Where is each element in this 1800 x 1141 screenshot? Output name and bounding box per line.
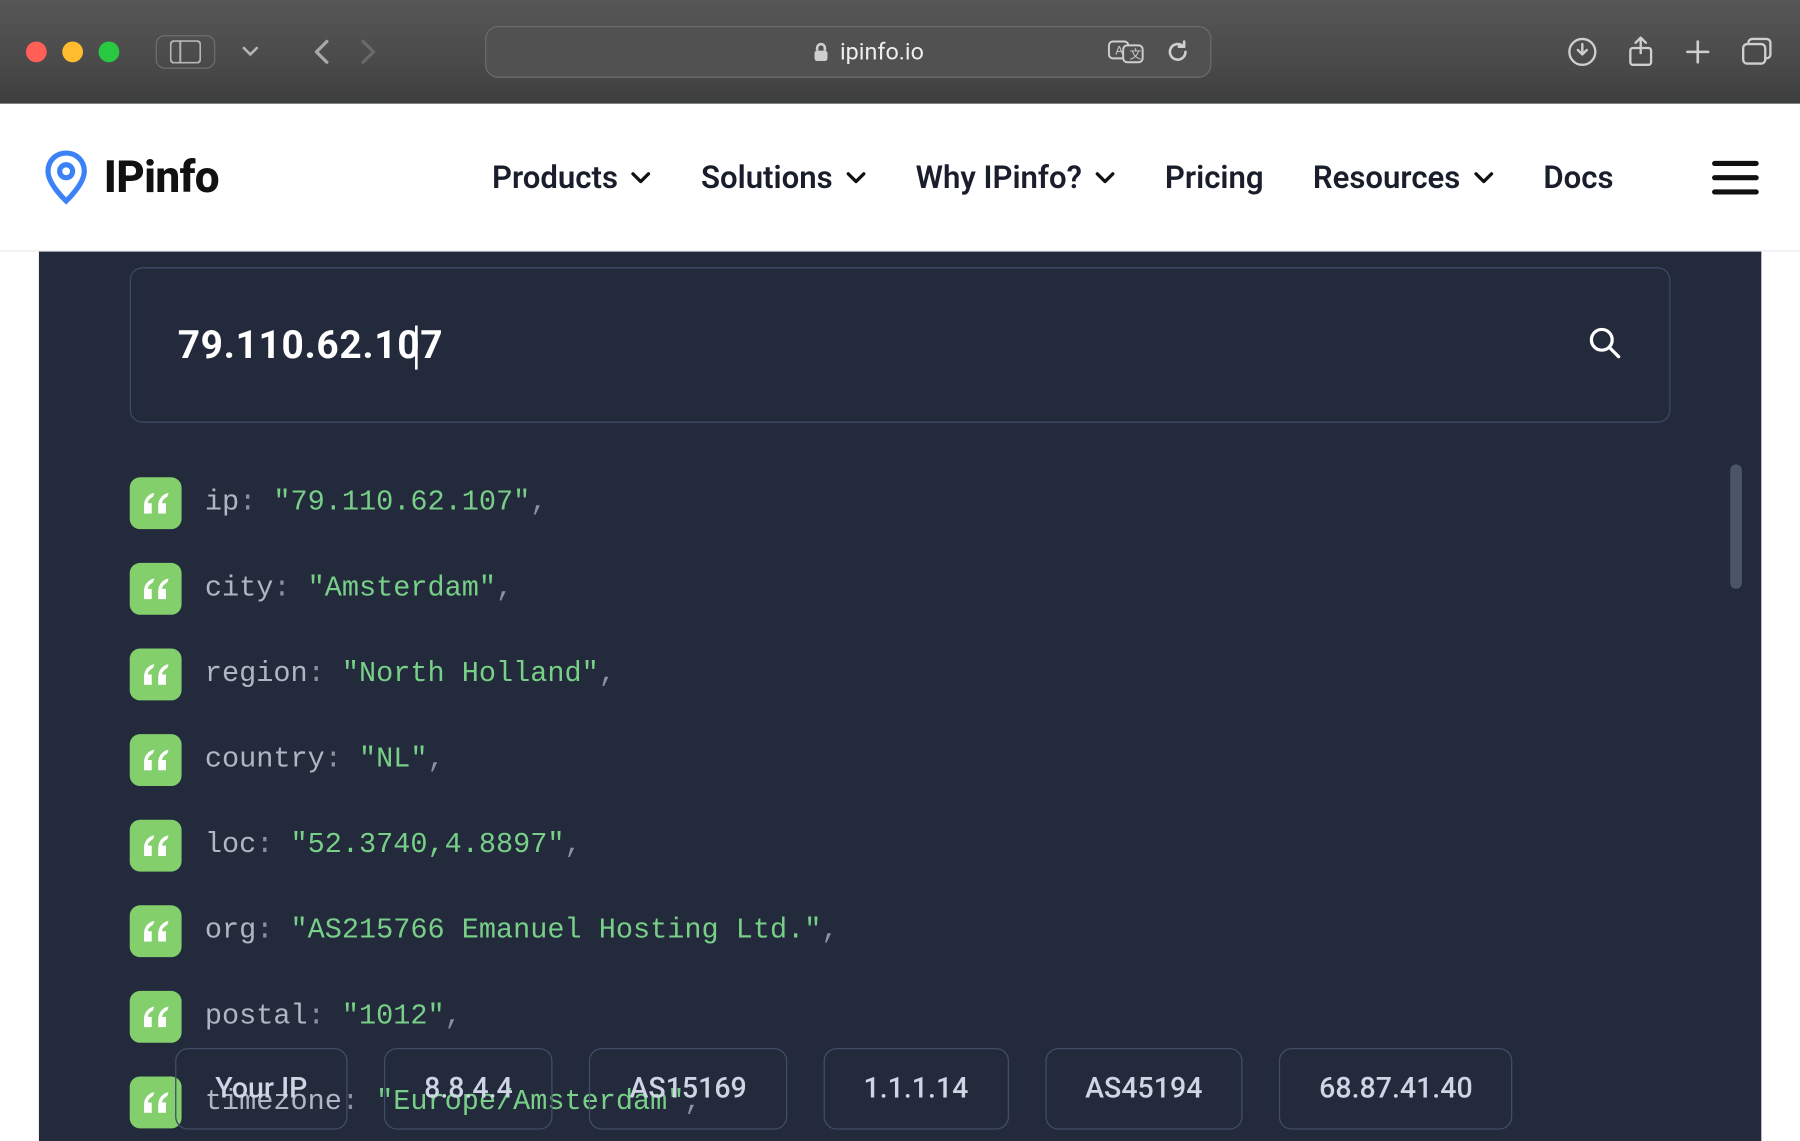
json-key: city [205,572,273,604]
tabs-overview-button[interactable] [1741,31,1775,73]
chevron-down-icon [846,169,867,185]
reload-button[interactable] [1156,31,1200,73]
nav-label: Pricing [1165,159,1264,195]
nav-pricing[interactable]: Pricing [1165,159,1264,195]
json-value: "1012" [342,1000,445,1032]
logo-text: IPinfo [104,151,219,203]
quote-icon[interactable] [130,734,182,786]
menu-button[interactable] [1712,160,1759,194]
chevron-down-icon [1473,169,1494,185]
scrollbar[interactable] [1730,464,1742,589]
nav-label: Solutions [701,159,833,195]
json-value: "North Holland" [342,658,599,690]
back-button[interactable] [301,31,345,73]
nav-label: Products [492,159,618,195]
chip-your-ip[interactable]: Your IP [175,1048,347,1130]
quote-icon[interactable] [130,477,182,529]
site-header: IPinfo Products Solutions Why IPinfo? Pr… [0,104,1800,252]
main-nav: Products Solutions Why IPinfo? Pricing R… [492,159,1759,195]
share-button[interactable] [1626,31,1655,73]
chip-example-2[interactable]: AS15169 [589,1048,787,1130]
quote-icon[interactable] [130,991,182,1043]
url-host: ipinfo.io [840,38,924,65]
chip-example-4[interactable]: AS45194 [1045,1048,1243,1130]
quote-icon[interactable] [130,1077,182,1129]
text-cursor [415,325,418,369]
json-key: country [205,743,325,775]
json-key: ip [205,486,239,518]
logo[interactable]: IPinfo [42,149,220,206]
json-key: postal [205,1000,308,1032]
result-row-loc: loc: "52.3740,4.8897", [130,820,1671,872]
tab-overview-button[interactable] [228,31,272,73]
json-value: "Amsterdam" [308,572,496,604]
nav-products[interactable]: Products [492,159,652,195]
chevron-down-icon [1095,169,1116,185]
quote-icon[interactable] [130,820,182,872]
quote-icon[interactable] [130,905,182,957]
json-key: loc [205,829,256,861]
translate-button[interactable]: A文 [1104,31,1148,73]
search-button[interactable] [1586,324,1622,366]
nav-label: Resources [1313,159,1460,195]
downloads-button[interactable] [1567,31,1598,73]
nav-label: Why IPinfo? [916,159,1082,195]
result-row-postal: postal: "1012", [130,991,1671,1043]
chip-example-5[interactable]: 68.87.41.40 [1279,1048,1513,1130]
quote-icon[interactable] [130,563,182,615]
logo-icon [42,149,91,206]
forward-button[interactable] [345,31,389,73]
result-row-ip: ip: "79.110.62.107", [130,477,1671,529]
chevron-down-icon [631,169,652,185]
json-key: region [205,658,308,690]
json-value: "AS215766 Emanuel Hosting Ltd." [291,914,822,946]
window-controls [26,42,119,63]
minimize-window-button[interactable] [62,42,83,63]
browser-toolbar: ipinfo.io A文 [0,0,1800,104]
chip-example-3[interactable]: 1.1.1.14 [823,1048,1008,1130]
sidebar-toggle-button[interactable] [156,35,216,69]
result-row-city: city: "Amsterdam", [130,563,1671,615]
json-key: org [205,914,256,946]
chip-example-1[interactable]: 8.8.4.4 [384,1048,553,1130]
search-icon [1586,324,1622,360]
address-bar[interactable]: ipinfo.io A文 [485,26,1211,78]
nav-resources[interactable]: Resources [1313,159,1494,195]
ip-search-input[interactable] [178,322,672,367]
nav-why[interactable]: Why IPinfo? [916,159,1116,195]
result-json: ip: "79.110.62.107", city: "Amsterdam", … [130,477,1671,1128]
json-value: "52.3740,4.8897" [291,829,565,861]
example-chips: Your IP 8.8.4.4 AS15169 1.1.1.14 AS45194… [175,1048,1513,1130]
maximize-window-button[interactable] [99,42,120,63]
result-row-region: region: "North Holland", [130,649,1671,701]
close-window-button[interactable] [26,42,47,63]
lookup-panel: ip: "79.110.62.107", city: "Amsterdam", … [39,252,1761,1141]
json-value: "79.110.62.107" [273,486,530,518]
svg-text:文: 文 [1130,47,1142,61]
quote-icon[interactable] [130,649,182,701]
json-value: "NL" [359,743,427,775]
result-row-country: country: "NL", [130,734,1671,786]
nav-solutions[interactable]: Solutions [701,159,866,195]
lock-icon [811,42,829,63]
result-row-org: org: "AS215766 Emanuel Hosting Ltd.", [130,905,1671,957]
nav-docs[interactable]: Docs [1543,159,1613,195]
new-tab-button[interactable] [1684,31,1713,73]
ip-search-box [130,267,1671,423]
nav-label: Docs [1543,159,1613,195]
svg-text:A: A [1115,44,1123,57]
